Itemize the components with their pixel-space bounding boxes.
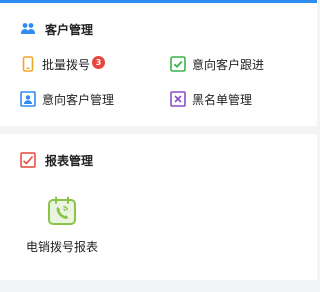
telesales-dial-report-tile[interactable]: 电销拨号报表 [22,196,102,255]
bottom-separator [0,280,317,292]
calendar-phone-icon [47,196,77,230]
intent-customer-followup-item[interactable]: 意向客户跟进 [170,54,264,74]
people-icon [20,21,36,37]
customer-section-title: 客户管理 [45,22,94,37]
blacklist-manage-item[interactable]: 黑名单管理 [170,89,252,109]
intent-customer-manage-item[interactable]: 意向客户管理 [20,89,114,109]
telesales-dial-report-label: 电销拨号报表 [25,240,98,254]
batch-dial-count-badge: 3 [92,55,106,69]
batch-dial-label: 批量拨号 [42,57,91,72]
intent-customer-followup-label: 意向客户跟进 [192,57,265,72]
blocked-icon [170,91,186,107]
intent-customer-manage-label: 意向客户管理 [42,92,115,107]
report-section-header: 报表管理 [20,150,93,170]
batch-dial-item[interactable]: 批量拨号 3 [20,54,106,74]
customer-management-card: 客户管理 批量拨号 3 意向客户跟进 意向客户管理 黑名单管理 [0,3,317,126]
phone-icon [20,56,36,72]
customer-section-header: 客户管理 [20,19,93,39]
chart-icon [20,152,36,168]
report-management-card: 报表管理 电销拨号报表 [0,134,317,280]
checkbox-icon [170,56,186,72]
report-section-title: 报表管理 [45,153,94,168]
blacklist-manage-label: 黑名单管理 [192,92,253,107]
contact-card-icon [20,91,36,107]
